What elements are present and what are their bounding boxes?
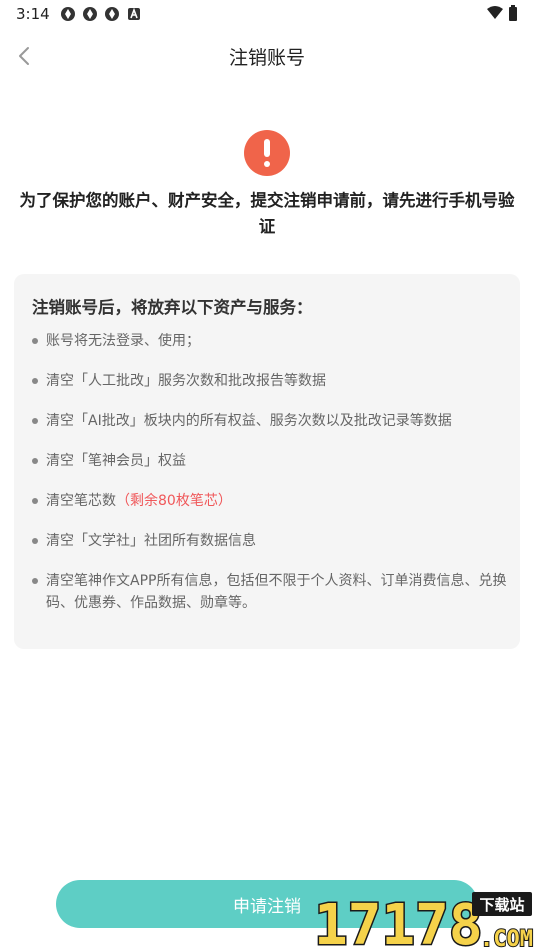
- exclamation-icon: [244, 130, 290, 176]
- bullet-icon: [32, 578, 38, 584]
- nav-bar: 注销账号: [0, 34, 534, 78]
- status-system-icons: [486, 5, 518, 21]
- status-time: 3:14: [16, 5, 50, 23]
- a-badge-icon: [128, 7, 140, 20]
- page-title: 注销账号: [228, 47, 305, 69]
- bullet-icon: [32, 458, 38, 464]
- watermark-badge: 下载站: [479, 896, 524, 914]
- watermark-logo: 17178 下载站 .COM: [313, 892, 534, 950]
- app-notification-icon: [83, 7, 97, 21]
- list-item: 清空「AI批改」板块内的所有权益、服务次数以及批改记录等数据: [32, 410, 520, 432]
- consequences-card: 注销账号后，将放弃以下资产与服务： 账号将无法登录、使用； 清空「人工批改」服务…: [14, 274, 520, 649]
- bullet-icon: [32, 378, 38, 384]
- bullet-icon: [32, 418, 38, 424]
- verification-warning: 为了保护您的账户、财产安全，提交注销申请前，请先进行手机号验证: [19, 191, 515, 236]
- card-title: 注销账号后，将放弃以下资产与服务：: [32, 298, 313, 317]
- bullet-icon: [32, 498, 38, 504]
- watermark-number: 17178: [314, 893, 483, 950]
- wifi-icon: [487, 6, 503, 19]
- status-notification-icons: [60, 6, 142, 22]
- status-bar: 3:14: [0, 0, 534, 28]
- item-text: 清空笔芯数: [46, 493, 116, 509]
- list-item: 清空「文学社」社团所有数据信息: [32, 530, 520, 552]
- list-item: 清空笔神作文APP所有信息，包括但不限于个人资料、订单消费信息、兑换码、优惠券、…: [32, 570, 520, 614]
- list-item: 账号将无法登录、使用；: [32, 330, 520, 352]
- list-item: 清空「笔神会员」权益: [32, 450, 520, 472]
- list-item: 清空笔芯数（剩余80枚笔芯）: [32, 490, 520, 512]
- list-item: 清空「人工批改」服务次数和批改报告等数据: [32, 370, 520, 392]
- bullet-icon: [32, 338, 38, 344]
- app-notification-icon: [105, 7, 119, 21]
- remaining-refills: （剩余80枚笔芯）: [116, 493, 232, 509]
- app-notification-icon: [61, 7, 75, 21]
- watermark-domain: .COM: [480, 927, 533, 950]
- battery-icon: [509, 5, 517, 21]
- bullet-icon: [32, 538, 38, 544]
